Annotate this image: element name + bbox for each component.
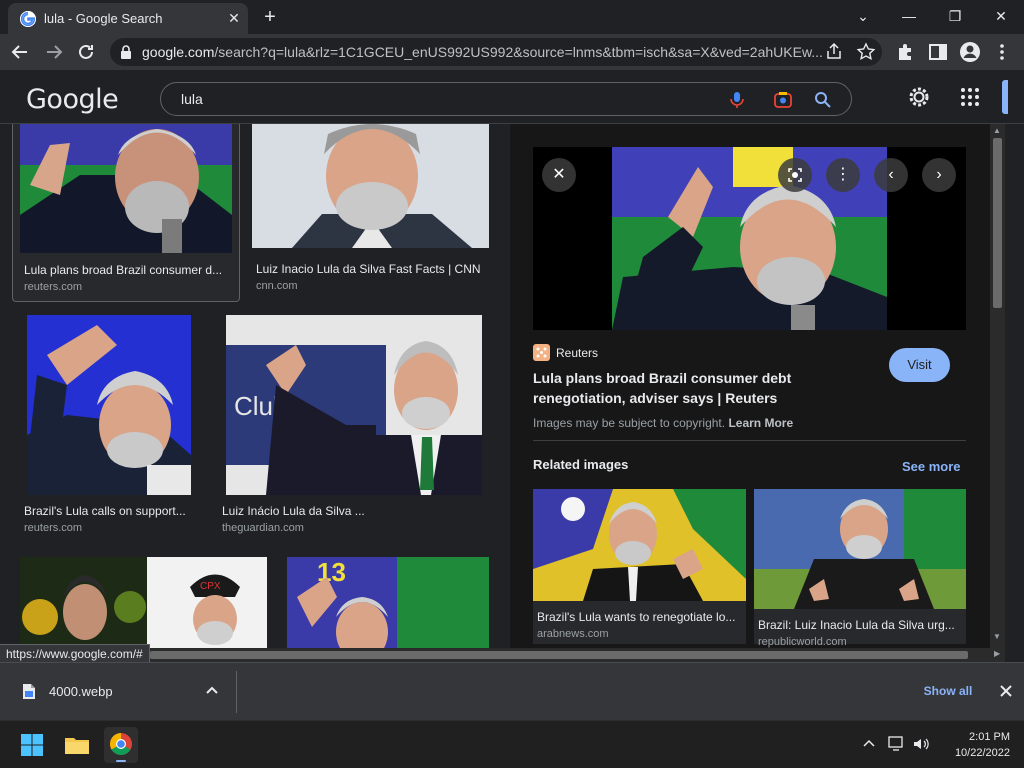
preview-source-name[interactable]: Reuters [556,346,598,360]
result-card-selected[interactable]: Lula plans broad Brazil consumer d... re… [12,124,240,302]
status-bar-url: https://www.google.com/# [0,644,150,664]
new-tab-button[interactable]: + [258,6,282,28]
search-input[interactable]: lula [181,91,203,107]
result-source[interactable]: theguardian.com [222,522,304,534]
divider [236,671,237,713]
close-preview-button[interactable]: ✕ [542,158,576,192]
volume-icon[interactable] [912,736,930,752]
browser-tab[interactable]: lula - Google Search ✕ [8,3,248,34]
download-bar: 4000.webp Show all [0,662,1024,720]
minimize-button[interactable]: — [886,4,932,28]
preview-title-line[interactable]: renegotiation, adviser says | Reuters [533,388,791,408]
show-all-button[interactable]: Show all [912,677,984,705]
reuters-logo-icon [533,344,550,361]
related-source[interactable]: republicworld.com [758,636,847,648]
system-clock[interactable]: 2:01 PM 10/22/2022 [940,729,1010,761]
windows-taskbar: 2:01 PM 10/22/2022 [0,720,1024,768]
browser-toolbar: google.com/search?q=lula&rlz=1C1GCEU_enU… [0,34,1024,70]
close-download-bar-icon[interactable] [997,682,1015,700]
chevron-up-icon[interactable] [204,683,220,699]
horizontal-scrollbar[interactable]: ▶ [0,648,1005,662]
result-caption[interactable]: Lula plans broad Brazil consumer d... [24,263,230,277]
scroll-down-arrow-icon[interactable]: ▼ [993,632,1001,641]
preview-title[interactable]: Lula plans broad Brazil consumer debt re… [533,368,791,408]
result-caption[interactable]: Luiz Inacio Lula da Silva Fast Facts | C… [256,262,490,276]
windows-start-icon[interactable] [20,733,44,757]
result-image[interactable] [20,124,232,253]
clock-time: 2:01 PM [969,731,1010,743]
related-source[interactable]: arabnews.com [537,628,609,640]
result-image[interactable]: 13 [287,557,489,648]
thumbnail-cap-text: CPX [200,581,221,592]
chrome-taskbar-icon[interactable] [104,727,138,763]
microphone-icon[interactable] [727,90,747,110]
result-source[interactable]: reuters.com [24,281,82,293]
apps-grid-icon[interactable] [958,85,982,109]
reload-icon[interactable] [74,40,98,64]
tab-close-icon[interactable]: ✕ [226,10,242,26]
see-more-link[interactable]: See more [902,459,961,474]
extensions-puzzle-icon[interactable] [894,40,918,64]
previous-image-button[interactable]: ‹ [874,158,908,192]
scroll-up-arrow-icon[interactable]: ▲ [993,126,1001,135]
menu-kebab-icon[interactable] [990,40,1014,64]
preview-title-line[interactable]: Lula plans broad Brazil consumer debt [533,368,791,388]
download-filename[interactable]: 4000.webp [49,684,113,699]
lens-search-icon[interactable] [778,158,812,192]
result-image[interactable]: CPX [20,557,267,648]
clock-date: 10/22/2022 [954,747,1010,759]
file-icon [22,683,36,700]
google-header: Google lula [0,70,1024,124]
back-arrow-icon[interactable] [8,40,32,64]
visit-button[interactable]: Visit [889,348,950,382]
image-results-grid: Lula plans broad Brazil consumer d... re… [0,124,510,648]
copyright-text: Images may be subject to copyright. [533,416,726,430]
result-image[interactable]: Club [226,315,482,495]
vertical-scrollbar[interactable]: ▲ ▼ [990,124,1005,648]
lock-icon[interactable] [120,44,132,60]
close-window-button[interactable]: ✕ [978,4,1024,28]
copyright-notice: Images may be subject to copyright. Lear… [533,416,793,430]
next-image-button[interactable]: › [922,158,956,192]
result-caption[interactable]: Luiz Inácio Lula da Silva ... [222,504,372,518]
google-logo[interactable]: Google [26,84,119,115]
divider [533,440,966,441]
restore-button[interactable]: ❐ [932,4,978,28]
result-caption[interactable]: Brazil's Lula calls on support... [24,504,192,518]
learn-more-link[interactable]: Learn More [728,416,793,430]
result-image[interactable] [252,124,489,248]
settings-gear-icon[interactable] [907,85,931,109]
bookmark-star-icon[interactable] [856,42,876,62]
forward-arrow-icon[interactable] [42,40,66,64]
address-bar[interactable]: google.com/search?q=lula&rlz=1C1GCEU_enU… [110,38,882,66]
url-text[interactable]: google.com/search?q=lula&rlz=1C1GCEU_enU… [142,44,822,60]
more-options-icon[interactable]: ⋮ [826,158,860,192]
tab-strip: lula - Google Search ✕ + ⌄ — ❐ ✕ [0,0,1024,34]
related-caption[interactable]: Brazil's Lula wants to renegotiate lo... [537,610,742,624]
search-icon[interactable] [813,90,833,110]
profile-avatar-icon[interactable] [958,40,982,64]
tab-search-chevron-icon[interactable]: ⌄ [840,4,886,28]
lens-camera-icon[interactable] [773,90,793,110]
result-image[interactable] [27,315,191,495]
related-image-card[interactable]: Brazil's Lula wants to renegotiate lo...… [533,489,746,644]
sign-in-button[interactable] [1002,80,1008,114]
related-images-heading: Related images [533,457,629,472]
search-box[interactable]: lula [160,82,852,116]
related-image-card[interactable]: Brazil: Luiz Inacio Lula da Silva urg...… [754,489,966,648]
scroll-right-arrow-icon[interactable]: ▶ [994,649,1000,658]
google-favicon-icon [20,11,36,27]
show-hidden-icons-chevron-icon[interactable] [862,737,876,751]
side-panel-icon[interactable] [926,40,950,64]
file-explorer-icon[interactable] [64,733,90,757]
result-source[interactable]: reuters.com [24,522,82,534]
network-icon[interactable] [888,736,906,752]
scrollbar-thumb[interactable] [150,651,968,659]
share-icon[interactable] [824,42,844,62]
related-caption[interactable]: Brazil: Luiz Inacio Lula da Silva urg... [758,618,962,632]
tab-title: lula - Google Search [44,11,163,26]
image-preview-panel: ✕ ⋮ ‹ › Reuters Lula plans broad Brazil … [510,124,990,648]
scrollbar-thumb[interactable] [993,138,1002,308]
result-source[interactable]: cnn.com [256,280,298,292]
